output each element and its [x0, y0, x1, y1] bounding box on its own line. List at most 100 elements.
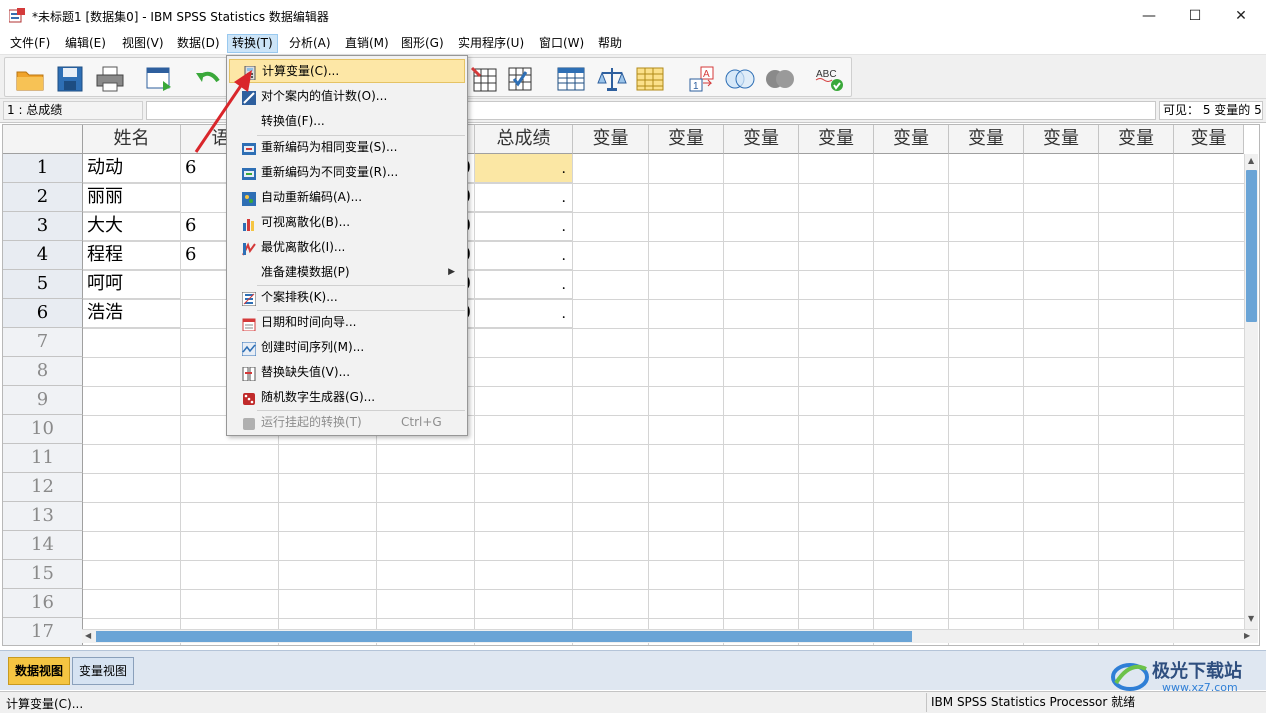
row-header[interactable]: 10: [3, 415, 83, 444]
column-header[interactable]: 变量: [799, 125, 874, 154]
scroll-down-icon[interactable]: ▼: [1248, 614, 1254, 623]
column-header[interactable]: 变量: [874, 125, 949, 154]
menu-item-random-number-generator[interactable]: 随机数字生成器(G)...: [229, 385, 465, 409]
row-header[interactable]: 15: [3, 560, 83, 589]
column-header[interactable]: 变量: [1099, 125, 1174, 154]
processor-status: IBM SPSS Statistics Processor 就绪: [926, 693, 1135, 712]
column-header[interactable]: 变量: [949, 125, 1024, 154]
save-icon[interactable]: [53, 63, 87, 95]
auto-recode-icon: [242, 190, 256, 206]
maximize-button[interactable]: ☐: [1172, 0, 1218, 31]
spss-app-icon: [8, 8, 25, 23]
scroll-right-icon[interactable]: ▶: [1244, 631, 1250, 640]
menu-item-date-time-wizard[interactable]: 日期和时间向导...: [229, 310, 465, 334]
menu-item-prepare-modeling-data[interactable]: 准备建模数据(P) ▶: [229, 260, 465, 284]
grid-corner[interactable]: [3, 125, 83, 154]
tab-variable-view[interactable]: 变量视图: [72, 657, 135, 685]
spell-check-icon[interactable]: ABC: [813, 63, 847, 95]
row-header[interactable]: 8: [3, 357, 83, 386]
scroll-up-icon[interactable]: ▲: [1248, 156, 1254, 165]
recode-different-icon: [242, 165, 256, 180]
open-folder-icon[interactable]: [13, 63, 47, 95]
row-header[interactable]: 7: [3, 328, 83, 357]
print-icon[interactable]: [93, 63, 127, 95]
row-header[interactable]: 2: [3, 183, 83, 212]
menu-help[interactable]: 帮助: [594, 34, 626, 53]
menu-bar: 文件(F) 编辑(E) 视图(V) 数据(D) 转换(T) 分析(A) 直销(M…: [0, 31, 1266, 55]
variable-sets-icon[interactable]: [723, 63, 757, 95]
row-header[interactable]: 5: [3, 270, 83, 299]
menu-item-compute-variable[interactable]: 计算变量(C)...: [229, 59, 465, 83]
view-tabs: 数据视图 变量视图: [0, 650, 1266, 690]
scroll-left-icon[interactable]: ◀: [85, 631, 91, 640]
menu-item-count-values[interactable]: 对个案内的值计数(O)...: [229, 84, 465, 108]
menu-item-create-time-series[interactable]: 创建时间序列(M)...: [229, 335, 465, 359]
status-bar: 计算变量(C)... IBM SPSS Statistics Processor…: [0, 691, 1266, 713]
data-grid-icon[interactable]: [554, 63, 588, 95]
watermark-text: 极光下载站: [1152, 661, 1242, 682]
date-time-icon: [242, 315, 256, 332]
menu-item-shift-values[interactable]: 转换值(F)...: [229, 109, 465, 133]
svg-text:A: A: [703, 69, 710, 80]
split-file-icon[interactable]: [467, 63, 501, 95]
menu-item-replace-missing[interactable]: 替换缺失值(V)...: [229, 360, 465, 384]
show-all-variables-icon[interactable]: [763, 63, 797, 95]
menu-item-rank-cases[interactable]: 个案排秩(K)...: [229, 285, 465, 309]
column-header[interactable]: 变量: [1024, 125, 1099, 154]
column-header[interactable]: 变量: [573, 125, 649, 154]
menu-item-visual-binning[interactable]: 可视离散化(B)...: [229, 210, 465, 234]
column-header[interactable]: 变量: [649, 125, 724, 154]
menu-item-recode-different[interactable]: 重新编码为不同变量(R)...: [229, 160, 465, 184]
menu-edit[interactable]: 编辑(E): [61, 34, 110, 53]
row-header[interactable]: 9: [3, 386, 83, 415]
rank-cases-icon: [241, 290, 257, 307]
window-title: *未标题1 [数据集0] - IBM SPSS Statistics 数据编辑器: [32, 10, 329, 24]
row-header[interactable]: 12: [3, 473, 83, 502]
value-label-toggle-icon[interactable]: A1: [685, 63, 719, 95]
menu-utilities[interactable]: 实用程序(U): [454, 34, 528, 53]
weight-cases-icon[interactable]: [595, 63, 629, 95]
replace-missing-icon: [242, 365, 256, 382]
menu-transform[interactable]: 转换(T): [227, 34, 278, 53]
menu-graphs[interactable]: 图形(G): [397, 34, 448, 53]
column-header[interactable]: 变量: [1174, 125, 1244, 154]
row-header[interactable]: 13: [3, 502, 83, 531]
column-header[interactable]: 姓名: [83, 125, 181, 154]
data-grid: 姓名 语文 总成绩 变量 变量 变量 变量 变量 变量 变量 变量 变量 1 动…: [2, 124, 1260, 646]
menu-item-auto-recode[interactable]: 自动重新编码(A)...: [229, 185, 465, 209]
recall-dialog-icon[interactable]: [143, 63, 177, 95]
row-header[interactable]: 1: [3, 154, 83, 183]
menu-data[interactable]: 数据(D): [173, 34, 224, 53]
cell-reference: 1 : 总成绩: [3, 101, 143, 120]
column-header[interactable]: 变量: [724, 125, 799, 154]
menu-window[interactable]: 窗口(W): [535, 34, 588, 53]
transform-menu-dropdown: 计算变量(C)... 对个案内的值计数(O)... 转换值(F)... 重新编码…: [226, 55, 468, 436]
tab-data-view[interactable]: 数据视图: [8, 657, 71, 685]
menu-analyze[interactable]: 分析(A): [285, 34, 335, 53]
menu-file[interactable]: 文件(F): [6, 34, 54, 53]
select-cases-icon[interactable]: [503, 63, 537, 95]
row-header[interactable]: 16: [3, 589, 83, 618]
menu-direct-marketing[interactable]: 直销(M): [341, 34, 393, 53]
row-header[interactable]: 3: [3, 212, 83, 241]
minimize-button[interactable]: —: [1126, 0, 1172, 31]
visual-binning-icon: [242, 215, 256, 231]
menu-item-optimal-binning[interactable]: 最优离散化(I)...: [229, 235, 465, 259]
horizontal-scrollbar[interactable]: ◀ ▶: [82, 629, 1258, 643]
row-header[interactable]: 14: [3, 531, 83, 560]
status-message: 计算变量(C)...: [6, 697, 84, 711]
row-header[interactable]: 4: [3, 241, 83, 270]
watermark-url: www.xz7.com: [1162, 681, 1238, 694]
value-labels-icon[interactable]: [633, 63, 667, 95]
menu-item-recode-same[interactable]: 重新编码为相同变量(S)...: [229, 135, 465, 159]
column-header[interactable]: 总成绩: [475, 125, 573, 154]
horizontal-scroll-thumb[interactable]: [96, 631, 912, 642]
vertical-scroll-thumb[interactable]: [1246, 170, 1257, 322]
menu-view[interactable]: 视图(V): [118, 34, 168, 53]
close-button[interactable]: ✕: [1218, 0, 1264, 31]
vertical-scrollbar[interactable]: ▲ ▼: [1244, 154, 1258, 629]
row-header[interactable]: 17: [3, 618, 83, 645]
row-header[interactable]: 11: [3, 444, 83, 473]
optimal-binning-icon: [242, 240, 256, 256]
row-header[interactable]: 6: [3, 299, 83, 328]
